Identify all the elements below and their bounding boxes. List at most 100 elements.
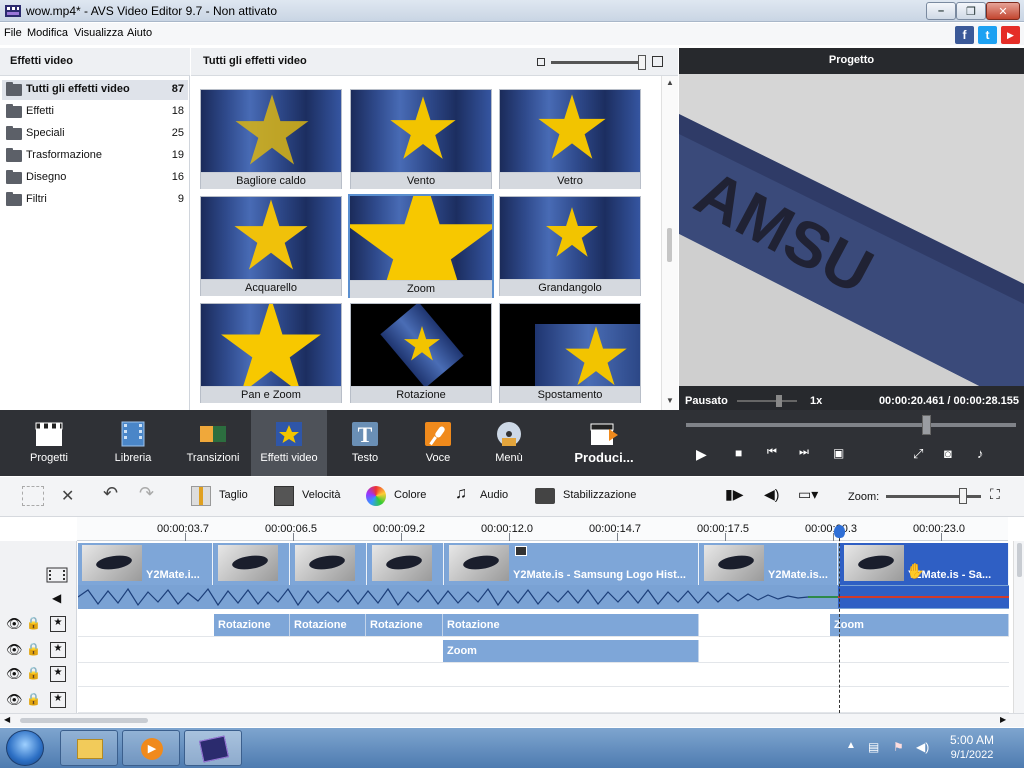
music-note-icon[interactable]: ♫	[455, 485, 467, 503]
scroll-right-icon[interactable]: ▶	[1000, 715, 1006, 724]
tab-produci[interactable]: Produci...	[566, 410, 642, 476]
effect-clip-rotazione[interactable]: Rotazione	[443, 614, 699, 636]
thumbnail-small-icon[interactable]	[537, 58, 545, 66]
fullscreen-icon[interactable]: ⤢	[913, 446, 923, 462]
preview-seek-handle[interactable]	[922, 415, 931, 435]
audio-settings-icon[interactable]: ◀)	[764, 486, 779, 503]
effect-tile-pan-e-zoom[interactable]: Pan e Zoom	[200, 303, 342, 403]
speed-icon[interactable]	[274, 486, 294, 506]
minimize-button[interactable]: –	[926, 2, 956, 20]
video-track[interactable]: Y2Mate.i... Y2Mate.is - Samsung Logo His…	[78, 543, 1009, 609]
clock-time[interactable]: 5:00 AM	[940, 733, 1004, 747]
scroll-down-icon[interactable]: ▼	[666, 396, 674, 405]
tab-testo[interactable]: T Testo	[332, 410, 398, 476]
tab-transizioni[interactable]: Transizioni	[178, 410, 248, 476]
delete-icon[interactable]: ✕	[61, 486, 74, 506]
lock-icon[interactable]: 🔒	[26, 616, 41, 630]
taskbar-avs-video-editor[interactable]	[184, 730, 242, 766]
effect-clip-zoom[interactable]: Zoom	[830, 614, 1009, 636]
display-icon[interactable]: ▭▾	[798, 486, 818, 503]
speaker-icon[interactable]: ◀)	[916, 740, 929, 754]
category-disegno[interactable]: Disegno 16	[2, 168, 188, 188]
timeline-ruler[interactable]: 00:00:03.7 00:00:06.5 00:00:09.2 00:00:1…	[77, 517, 1008, 541]
eye-icon[interactable]: 👁	[6, 642, 23, 658]
category-effetti[interactable]: Effetti 18	[2, 102, 188, 122]
playback-speed[interactable]: 1x	[810, 395, 822, 407]
menu-aiuto[interactable]: Aiuto	[127, 27, 152, 39]
timeline-vertical-scrollbar[interactable]	[1013, 541, 1024, 713]
effects-track-4[interactable]	[78, 689, 1009, 713]
storyboard-icon[interactable]	[22, 486, 44, 506]
volume-slider[interactable]	[737, 400, 797, 402]
next-frame-icon[interactable]: ⏭	[799, 446, 809, 459]
scroll-up-icon[interactable]: ▲	[666, 78, 674, 87]
timeline-horizontal-scrollbar[interactable]: ◀ ▶	[0, 713, 1024, 727]
effects-track-2[interactable]: Zoom	[78, 639, 1009, 663]
effects-grid-scrollbar[interactable]: ▲ ▼	[661, 76, 678, 410]
mark-icon[interactable]: ▣	[833, 446, 844, 460]
thumbnail-large-icon[interactable]	[652, 56, 663, 67]
fit-timeline-icon[interactable]: ⛶	[990, 486, 1000, 503]
video-clip[interactable]: Y2Mate.is...	[700, 543, 838, 585]
scrollbar-thumb[interactable]	[1017, 543, 1022, 577]
effect-tile-zoom[interactable]: Zoom	[348, 194, 494, 298]
effect-clip-zoom[interactable]: Zoom	[443, 640, 699, 662]
close-button[interactable]: ✕	[986, 2, 1020, 20]
effect-tile-grandangolo[interactable]: Grandangolo	[499, 196, 641, 296]
color-wheel-icon[interactable]	[366, 486, 386, 506]
facebook-icon[interactable]: f	[955, 26, 974, 44]
clock-date[interactable]: 9/1/2022	[940, 749, 1004, 761]
start-button[interactable]	[6, 730, 44, 766]
lock-icon[interactable]: 🔒	[26, 692, 41, 706]
twitter-icon[interactable]: t	[978, 26, 997, 44]
youtube-icon[interactable]: ▶	[1001, 26, 1020, 44]
network-icon[interactable]: ▤	[868, 740, 879, 754]
eye-icon[interactable]: 👁	[6, 692, 23, 708]
video-clip[interactable]	[368, 543, 444, 585]
playhead-handle[interactable]	[834, 525, 845, 538]
scrollbar-thumb[interactable]	[667, 228, 672, 262]
category-trasformazione[interactable]: Trasformazione 19	[2, 146, 188, 166]
thumbnail-size-slider[interactable]	[551, 61, 646, 64]
stabilization-icon[interactable]	[535, 488, 555, 504]
speed-button[interactable]: Velocità	[302, 489, 341, 501]
timeline-zoom-handle[interactable]	[959, 488, 967, 504]
taskbar-explorer[interactable]	[60, 730, 118, 766]
lock-icon[interactable]: 🔒	[26, 666, 41, 680]
category-filtri[interactable]: Filtri 9	[2, 190, 188, 210]
eye-icon[interactable]: 👁	[6, 616, 23, 632]
video-clip[interactable]: Y2Mate.is - Samsung Logo Hist...	[445, 543, 699, 585]
preview-video[interactable]: AMSU	[679, 74, 1024, 386]
effect-clip-rotazione[interactable]: Rotazione	[290, 614, 366, 636]
scroll-left-icon[interactable]: ◀	[4, 715, 10, 724]
effects-track-3[interactable]	[78, 663, 1009, 687]
category-all-effects[interactable]: Tutti gli effetti video 87	[2, 80, 188, 100]
volume-slider-handle[interactable]	[776, 395, 782, 407]
tab-menu[interactable]: Menù	[476, 410, 542, 476]
maximize-button[interactable]: ❐	[956, 2, 986, 20]
taskbar-media-player[interactable]: ▶	[122, 730, 180, 766]
previous-frame-icon[interactable]: ⏮	[767, 446, 777, 459]
effect-tile-bagliore-caldo[interactable]: Bagliore caldo	[200, 89, 342, 189]
effect-tile-vetro[interactable]: Vetro	[499, 89, 641, 189]
effect-tile-spostamento[interactable]: Spostamento	[499, 303, 641, 403]
volume-icon[interactable]: ♪	[977, 446, 984, 461]
stabilization-button[interactable]: Stabilizzazione	[563, 489, 636, 501]
audio-button[interactable]: Audio	[480, 489, 508, 501]
color-button[interactable]: Colore	[394, 489, 426, 501]
play-icon[interactable]: ▶	[696, 446, 707, 463]
tab-effetti-video[interactable]: Effetti video	[251, 410, 327, 476]
split-icon[interactable]: ▮▶	[725, 486, 743, 503]
stop-icon[interactable]: ■	[735, 446, 742, 460]
menu-visualizza[interactable]: Visualizza	[74, 27, 123, 39]
tab-libreria[interactable]: Libreria	[98, 410, 168, 476]
video-clip[interactable]	[214, 543, 290, 585]
video-clip[interactable]	[291, 543, 367, 585]
video-clip[interactable]: Y2Mate.i...	[78, 543, 213, 585]
preview-seek-slider[interactable]	[686, 423, 1016, 427]
menu-file[interactable]: File	[4, 27, 22, 39]
tab-progetti[interactable]: Progetti	[14, 410, 84, 476]
action-center-icon[interactable]: ⚑	[893, 740, 904, 754]
audio-waveform[interactable]	[78, 586, 1009, 608]
redo-icon[interactable]: ↷	[139, 483, 154, 504]
